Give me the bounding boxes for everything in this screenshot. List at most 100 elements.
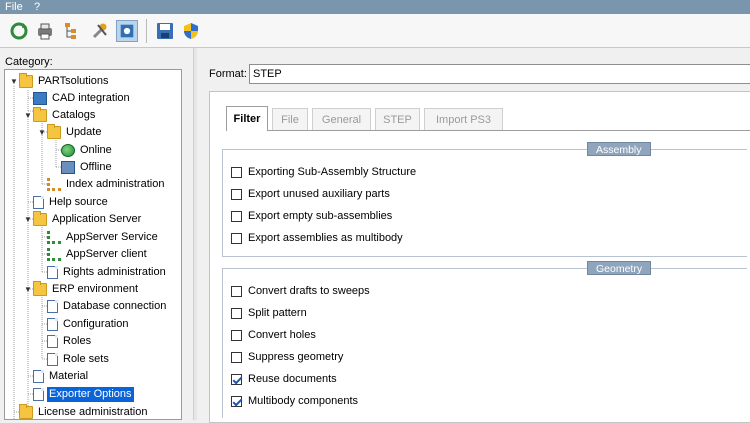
assembly-group-title: Assembly	[587, 142, 651, 156]
document-icon	[47, 335, 58, 348]
checkbox-checked[interactable]	[231, 373, 242, 385]
tree-item-online[interactable]: Online	[51, 142, 114, 159]
tree-item-exporter-options[interactable]: Exporter Options	[23, 386, 134, 403]
refresh-icon[interactable]	[8, 20, 30, 42]
print-icon[interactable]	[34, 20, 56, 42]
category-panel: Category: ▼ PARTsolutions CAD integratio…	[0, 48, 193, 420]
tab-step[interactable]: STEP	[375, 108, 420, 130]
tree-item-license-administration[interactable]: License administration	[9, 404, 149, 419]
checkbox[interactable]	[231, 307, 242, 319]
option-label: Suppress geometry	[248, 351, 344, 363]
option-suppress-geometry[interactable]: Suppress geometry	[231, 349, 343, 365]
assembly-group: Assembly Exporting Sub-Assembly Structur…	[222, 142, 747, 257]
tree-item-catalogs[interactable]: ▼ Catalogs	[23, 107, 97, 124]
tree-item-label: Role sets	[63, 353, 109, 365]
folder-icon	[33, 211, 47, 226]
tree-item-cad-integration[interactable]: CAD integration	[23, 90, 132, 107]
document-icon	[33, 196, 44, 209]
shield-icon[interactable]	[180, 20, 202, 42]
index-icon	[47, 178, 61, 191]
checkbox[interactable]	[231, 285, 242, 297]
hierarchy-icon[interactable]	[60, 20, 82, 42]
checkbox-checked[interactable]	[231, 395, 242, 407]
tree-item-database-connection[interactable]: Database connection	[37, 298, 168, 315]
tree-item-index-administration[interactable]: Index administration	[37, 176, 166, 193]
gear-icon	[33, 92, 47, 105]
tree-item-application-server[interactable]: ▼ Application Server	[23, 211, 143, 228]
checkbox[interactable]	[231, 210, 242, 222]
tree-item-offline[interactable]: Offline	[51, 159, 114, 176]
tree-item-label: PARTsolutions	[38, 75, 109, 87]
tree-item-help-source[interactable]: Help source	[23, 194, 110, 211]
folder-icon	[33, 281, 47, 296]
folder-icon	[47, 124, 61, 139]
option-split-pattern[interactable]: Split pattern	[231, 305, 307, 321]
tree-item-rights-administration[interactable]: Rights administration	[37, 264, 168, 281]
tree-item-label: Rights administration	[63, 266, 166, 278]
option-reuse-documents[interactable]: Reuse documents	[231, 371, 337, 387]
checkbox[interactable]	[231, 188, 242, 200]
tree-item-label: AppServer Service	[66, 231, 158, 243]
collapse-arrow-icon[interactable]: ▼	[37, 128, 47, 137]
tab-file[interactable]: File	[272, 108, 308, 130]
tree-item-label: Offline	[80, 161, 112, 173]
tab-general[interactable]: General	[312, 108, 371, 130]
option-export-unused-auxiliary-parts[interactable]: Export unused auxiliary parts	[231, 186, 390, 202]
tree-item-label: Material	[49, 370, 89, 382]
document-icon	[33, 388, 44, 401]
tree-item-label: Roles	[63, 335, 92, 347]
options-panel: Format: STEP Filter File General STEP Im…	[197, 48, 750, 423]
geometry-group: Geometry Convert drafts to sweeps Split …	[222, 261, 747, 418]
option-convert-holes[interactable]: Convert holes	[231, 327, 316, 343]
tree-item-appserver-client[interactable]: AppServer client	[37, 246, 149, 263]
tools-icon[interactable]	[89, 20, 111, 42]
option-multibody-components[interactable]: Multibody components	[231, 393, 358, 409]
format-field[interactable]: STEP	[249, 64, 750, 84]
tab-import-ps3[interactable]: Import PS3	[424, 108, 503, 130]
folder-icon	[33, 107, 47, 122]
option-label: Reuse documents	[248, 373, 337, 385]
checkbox[interactable]	[231, 351, 242, 363]
option-label: Multibody components	[248, 395, 359, 407]
tree-item-label: Index administration	[66, 178, 165, 190]
folder-icon	[19, 404, 33, 419]
option-label: Split pattern	[248, 307, 307, 319]
toolbar	[0, 14, 750, 48]
tree-item-label: AppServer client	[66, 248, 147, 260]
tree-item-partsolutions[interactable]: ▼ PARTsolutions	[9, 73, 111, 90]
tree-item-label: License administration	[38, 406, 148, 418]
option-exporting-sub-assembly-structure[interactable]: Exporting Sub-Assembly Structure	[231, 164, 416, 180]
tree-item-configuration[interactable]: Configuration	[37, 316, 130, 333]
gear-icon[interactable]	[116, 20, 138, 42]
option-export-assemblies-as-multibody[interactable]: Export assemblies as multibody	[231, 230, 403, 246]
save-icon[interactable]	[154, 20, 176, 42]
tree-item-erp-environment[interactable]: ▼ ERP environment	[23, 281, 140, 298]
tree-item-label: Catalogs	[52, 109, 96, 121]
collapse-arrow-icon[interactable]: ▼	[23, 285, 33, 294]
tree-item-roles[interactable]: Roles	[37, 333, 93, 350]
menu-file[interactable]: File	[5, 0, 23, 14]
document-icon	[47, 300, 58, 313]
option-label: Export assemblies as multibody	[248, 232, 403, 244]
collapse-arrow-icon[interactable]: ▼	[9, 77, 19, 86]
checkbox[interactable]	[231, 329, 242, 341]
option-export-empty-sub-assemblies[interactable]: Export empty sub-assemblies	[231, 208, 392, 224]
collapse-arrow-icon[interactable]: ▼	[23, 215, 33, 224]
category-label: Category:	[5, 56, 53, 68]
document-icon	[33, 370, 44, 383]
tree-item-appserver-service[interactable]: AppServer Service	[37, 229, 160, 246]
option-convert-drafts-to-sweeps[interactable]: Convert drafts to sweeps	[231, 283, 370, 299]
menu-help[interactable]: ?	[34, 0, 40, 14]
collapse-arrow-icon[interactable]: ▼	[23, 111, 33, 120]
tab-filter[interactable]: Filter	[226, 106, 268, 131]
tree-item-label: ERP environment	[52, 283, 139, 295]
tree-item-update[interactable]: ▼ Update	[37, 124, 103, 141]
checkbox[interactable]	[231, 232, 242, 244]
tree-item-role-sets[interactable]: Role sets	[37, 351, 111, 368]
checkbox[interactable]	[231, 166, 242, 178]
category-tree[interactable]: ▼ PARTsolutions CAD integration ▼ Catalo…	[4, 69, 182, 420]
format-label: Format:	[209, 68, 247, 80]
tree-item-material[interactable]: Material	[23, 368, 90, 385]
menu-bar: File ?	[0, 0, 750, 14]
server-icon	[47, 248, 61, 261]
